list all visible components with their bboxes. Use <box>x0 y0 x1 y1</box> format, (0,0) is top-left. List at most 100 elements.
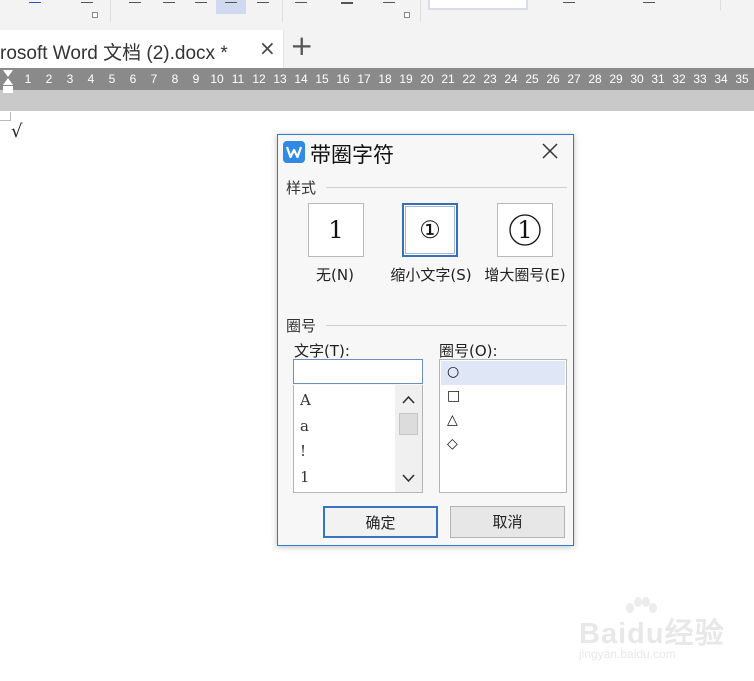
ruler-number: 31 <box>651 72 665 86</box>
ruler-number: 12 <box>252 72 266 86</box>
scroll-up-icon[interactable] <box>395 391 422 409</box>
enclosure-item-diamond[interactable]: ◇ <box>441 433 565 457</box>
ruler-number: 17 <box>357 72 371 86</box>
cancel-button[interactable]: 取消 <box>450 506 565 538</box>
baidu-jingyan-watermark: Baidu经验 jingyan.baidu.com <box>574 596 744 666</box>
ok-button[interactable]: 确定 <box>323 506 438 538</box>
dialog-title: 带圈字符 <box>310 143 394 167</box>
ruler-number: 8 <box>171 72 179 86</box>
section-divider <box>326 187 567 188</box>
ruler-number: 11 <box>231 72 245 86</box>
enclosure-item-circle[interactable]: ○ <box>441 361 565 385</box>
style-gallery[interactable] <box>428 0 528 10</box>
watermark-brand-name: Baidu <box>579 618 665 650</box>
scrollbar-thumb[interactable] <box>399 413 418 435</box>
ruler-number: 16 <box>336 72 350 86</box>
plus-icon[interactable]: + <box>290 32 313 60</box>
style-preview-glyph: 1 <box>328 216 344 244</box>
list-item[interactable]: ! <box>300 442 306 460</box>
text-list-scrollbar[interactable] <box>395 385 422 492</box>
ruler-number: 14 <box>294 72 308 86</box>
text-list[interactable]: A a ! 1 <box>293 385 423 493</box>
ruler-margin-area <box>0 90 754 111</box>
dialog-launcher-icon[interactable] <box>92 12 98 18</box>
close-icon[interactable] <box>540 141 560 161</box>
watermark-brand-suffix: 经验 <box>664 618 725 650</box>
enclosure-list[interactable]: ○ □ △ ◇ <box>439 359 567 493</box>
circle-shape-icon: ○ <box>447 364 460 380</box>
enclosure-item-square[interactable]: □ <box>441 385 565 409</box>
square-shape-icon: □ <box>447 388 461 404</box>
line-spacing-button[interactable] <box>292 0 310 12</box>
ruler-number: 34 <box>714 72 728 86</box>
style-preview-glyph: 1 <box>517 216 533 244</box>
shading-button[interactable] <box>338 0 356 12</box>
enclosure-section-label: 圈号 <box>286 317 317 335</box>
diamond-shape-icon: ◇ <box>447 436 458 452</box>
ruler-number: 5 <box>108 72 116 86</box>
ruler-number: 29 <box>609 72 623 86</box>
text-input[interactable] <box>293 359 423 384</box>
ruler-number: 25 <box>525 72 539 86</box>
document-tab-title: rosoft Word 文档 (2).docx * <box>0 43 228 64</box>
document-tab-bar: rosoft Word 文档 (2).docx * × <box>0 28 754 68</box>
scroll-down-icon[interactable] <box>395 469 422 487</box>
list-item[interactable]: 1 <box>300 468 310 486</box>
close-icon[interactable]: × <box>259 38 276 58</box>
align-right-button[interactable] <box>192 0 210 12</box>
style-preview[interactable] <box>560 0 578 12</box>
document-text[interactable]: √ <box>11 121 22 142</box>
toolbar-divider <box>420 0 421 22</box>
ruler-number: 35 <box>735 72 749 86</box>
ruler-number: 4 <box>87 72 95 86</box>
ruler-number: 22 <box>462 72 476 86</box>
ruler-number: 13 <box>273 72 287 86</box>
ribbon-toolbar <box>0 0 754 29</box>
enclosure-list-label: 圈号(O): <box>439 342 498 360</box>
style-section-label: 样式 <box>286 179 317 197</box>
ruler-number: 15 <box>315 72 329 86</box>
dialog-launcher-icon[interactable] <box>404 12 410 18</box>
ruler-number: 3 <box>66 72 74 86</box>
ruler-number: 23 <box>483 72 497 86</box>
style-label-none: 无(N) <box>316 266 354 284</box>
ribbon-button[interactable] <box>78 0 96 12</box>
list-item[interactable]: A <box>300 391 311 409</box>
align-left-button[interactable] <box>126 0 144 12</box>
horizontal-ruler[interactable]: 1 2 3 4 5 6 7 8 9 10 11 12 13 14 15 16 17 18 19 20 21 22 23 24 2… <box>0 68 754 90</box>
ribbon-button[interactable] <box>26 0 44 12</box>
style-label-shrink-text: 缩小文字(S) <box>390 266 472 284</box>
wps-app-icon <box>283 141 305 163</box>
distribute-button[interactable] <box>254 0 272 12</box>
style-option-enlarge-symbol[interactable]: 1 <box>497 203 553 257</box>
style-label-enlarge-symbol: 增大圈号(E) <box>484 266 566 284</box>
ruler-number: 24 <box>504 72 518 86</box>
justify-button[interactable] <box>216 0 246 14</box>
style-option-none[interactable]: 1 <box>308 203 364 257</box>
style-preview[interactable] <box>640 0 658 12</box>
ruler-number: 21 <box>441 72 455 86</box>
ruler-number: 33 <box>693 72 707 86</box>
triangle-shape-icon: △ <box>447 412 458 428</box>
style-option-shrink-text[interactable]: ① <box>402 203 458 257</box>
border-button[interactable] <box>380 0 398 12</box>
ruler-number: 20 <box>420 72 434 86</box>
style-preview-glyph: ① <box>419 216 441 244</box>
ruler-number: 26 <box>546 72 560 86</box>
ruler-scale: 1 2 3 4 5 6 7 8 9 10 11 12 13 14 15 16 17 18 19 20 21 22 23 24 2… <box>0 68 754 90</box>
ruler-number: 1 <box>24 72 32 86</box>
enclosure-item-triangle[interactable]: △ <box>441 409 565 433</box>
list-item[interactable]: a <box>300 417 309 435</box>
document-tab[interactable]: rosoft Word 文档 (2).docx * × <box>0 30 284 68</box>
indent-marker-icon[interactable] <box>3 68 13 96</box>
ruler-number: 18 <box>378 72 392 86</box>
align-center-button[interactable] <box>160 0 178 12</box>
enclosed-characters-dialog: 带圈字符 样式 1 ① 1 无(N) 缩小文字(S) 增大圈号(E) 圈号 文字… <box>277 134 574 546</box>
ruler-number: 6 <box>129 72 137 86</box>
ruler-number: 19 <box>399 72 413 86</box>
section-divider <box>326 325 567 326</box>
page-margin-corner <box>0 112 11 121</box>
watermark-url: jingyan.baidu.com <box>579 647 676 661</box>
ruler-number: 28 <box>588 72 602 86</box>
ruler-number: 9 <box>192 72 200 86</box>
